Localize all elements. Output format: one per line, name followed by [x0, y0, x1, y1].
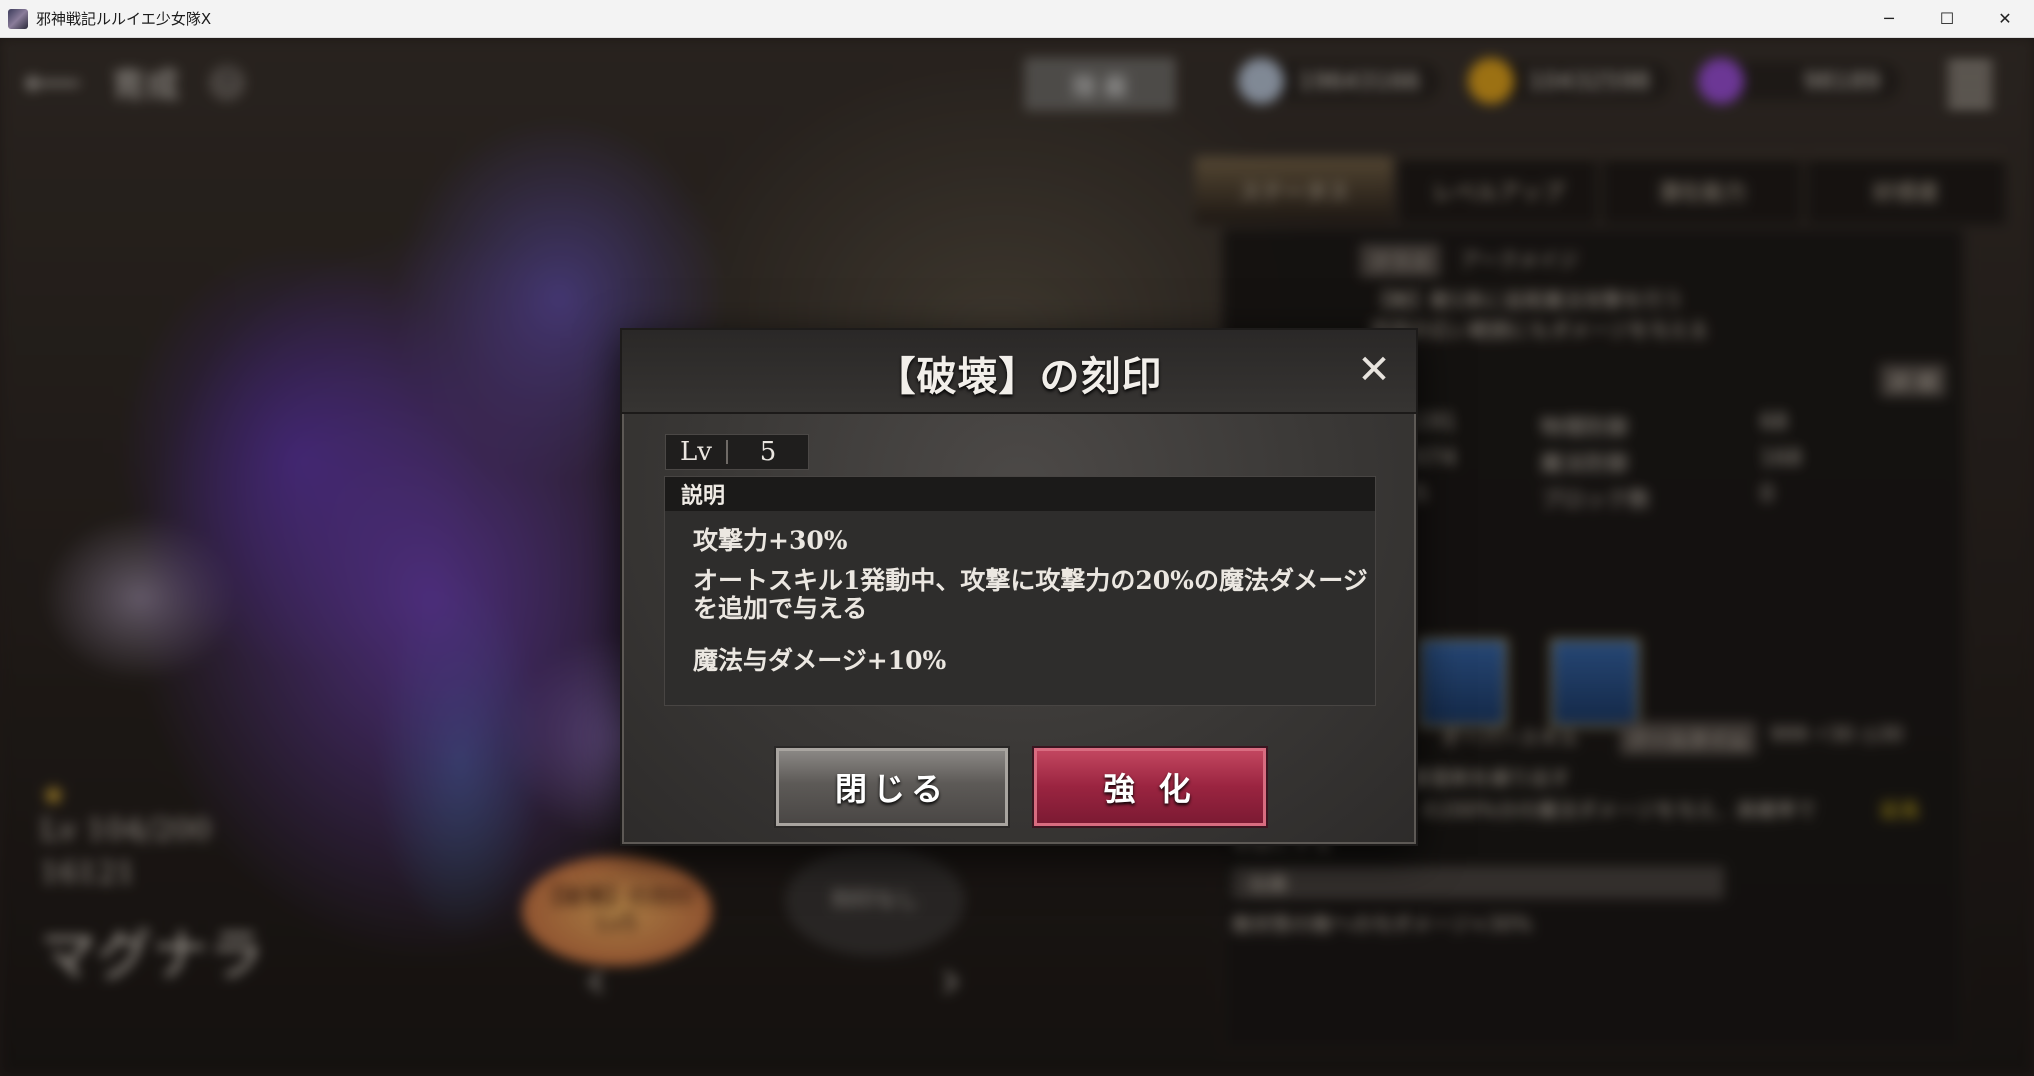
- minimize-button[interactable]: ─: [1860, 0, 1918, 37]
- close-icon[interactable]: ✕: [1354, 350, 1394, 390]
- level-label: Lv: [680, 437, 712, 467]
- level-value: 5: [759, 437, 777, 467]
- dialog-header: 【破壊】の刻印 ✕: [622, 330, 1416, 414]
- level-box: Lv 5: [665, 434, 809, 470]
- app-icon: [8, 8, 28, 29]
- description-line: 攻撃力+30%: [693, 526, 848, 555]
- window-titlebar: 邪神戦記ルルイエ少女隊X ─ ☐ ✕: [0, 0, 2034, 38]
- description-line: 魔法与ダメージ+10%: [693, 646, 947, 675]
- dialog-title: 【破壊】の刻印: [875, 353, 1163, 400]
- description-box: 説明 攻撃力+30% オートスキル1発動中、攻撃に攻撃力の20%の魔法ダメージ …: [664, 476, 1376, 706]
- seal-dialog: 【破壊】の刻印 ✕ Lv 5 説明 攻撃力+30% オートスキル1発動中、攻撃に…: [620, 328, 1418, 846]
- close-button[interactable]: 閉じる: [776, 748, 1008, 826]
- close-window-button[interactable]: ✕: [1976, 0, 2034, 37]
- game-viewport: ⟵ 育成 ? 隠 蔽 19643166 10432598 98189 ステータス…: [0, 38, 2034, 1076]
- window-title: 邪神戦記ルルイエ少女隊X: [36, 10, 212, 28]
- description-line: オートスキル1発動中、攻撃に攻撃力の20%の魔法ダメージ: [693, 566, 1368, 595]
- window-controls: ─ ☐ ✕: [1860, 0, 2034, 37]
- description-header: 説明: [665, 477, 1375, 511]
- maximize-button[interactable]: ☐: [1918, 0, 1976, 37]
- enhance-button[interactable]: 強 化: [1034, 748, 1266, 826]
- description-line: を追加で与える: [693, 594, 868, 623]
